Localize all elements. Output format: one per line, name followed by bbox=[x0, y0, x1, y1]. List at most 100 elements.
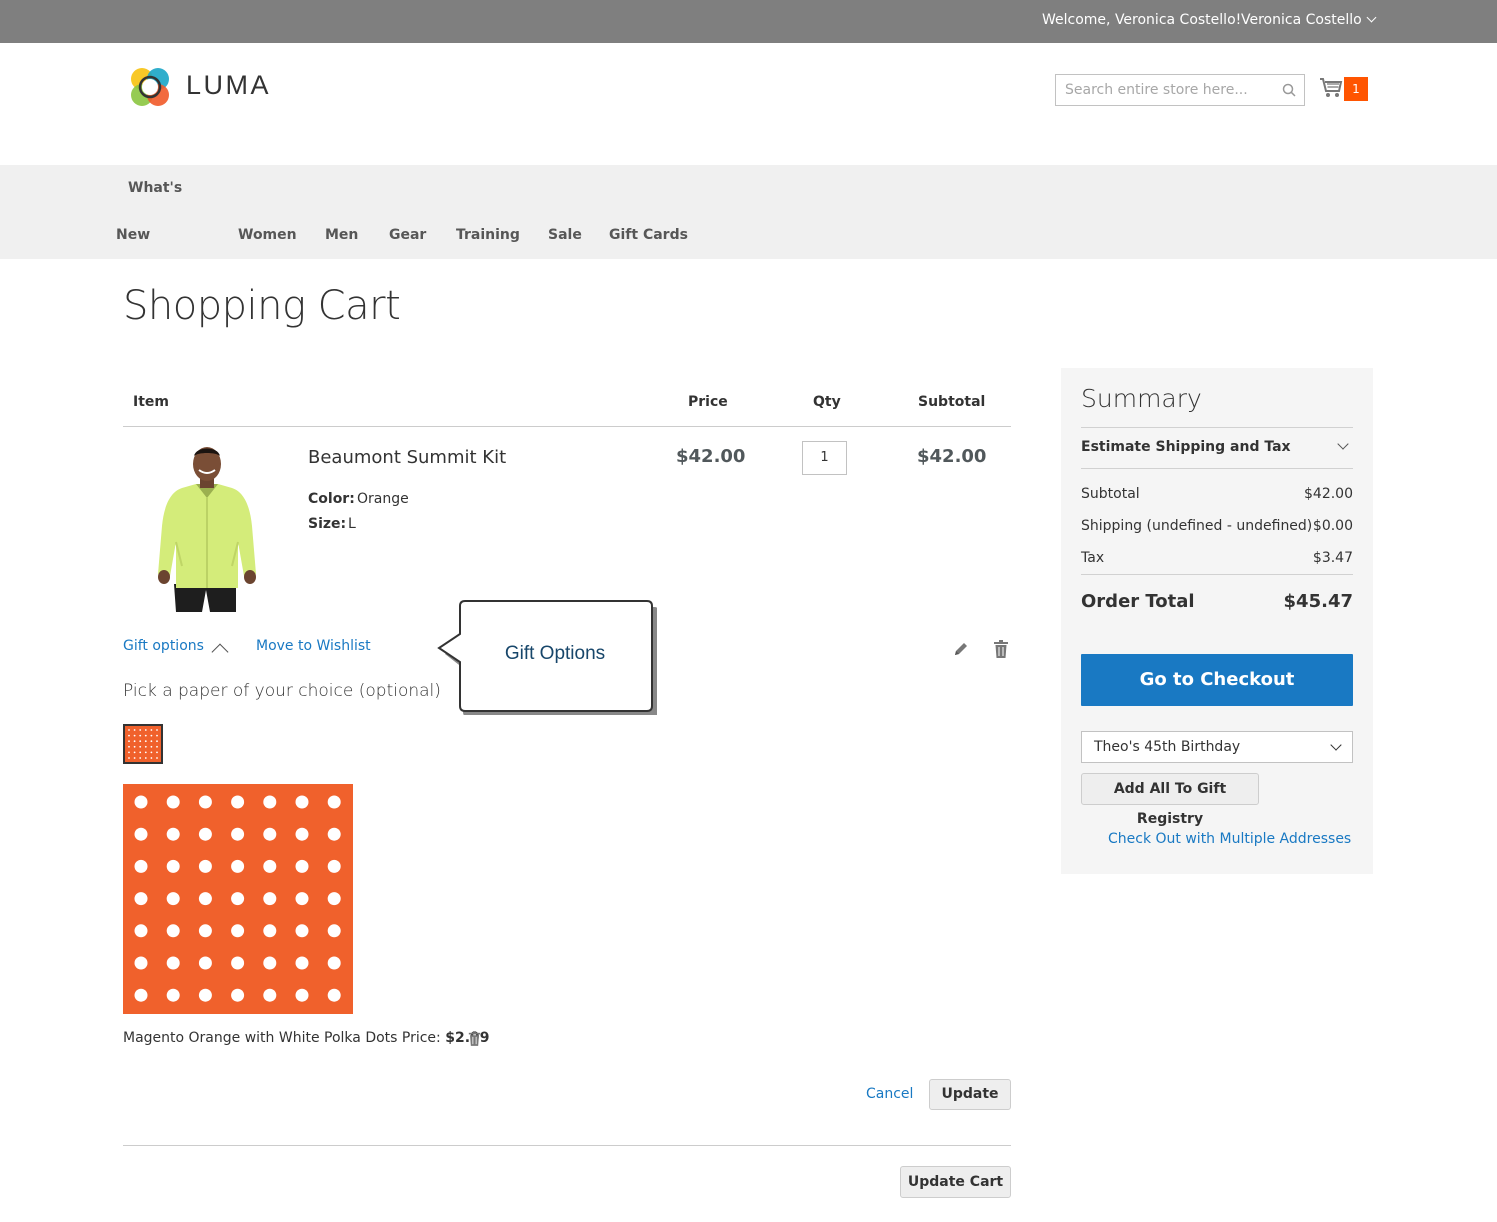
order-total-label: Order Total bbox=[1081, 591, 1195, 612]
cancel-link[interactable]: Cancel bbox=[866, 1086, 913, 1102]
polka-dot bbox=[156, 745, 158, 748]
search-icon[interactable] bbox=[1282, 83, 1296, 97]
trash-icon[interactable] bbox=[993, 640, 1009, 658]
column-header-subtotal: Subtotal bbox=[918, 394, 986, 410]
polka-dot bbox=[166, 892, 180, 906]
polka-dot bbox=[156, 729, 158, 731]
color-label: Color: bbox=[308, 491, 355, 507]
search-input[interactable] bbox=[1056, 75, 1276, 105]
move-to-wishlist-link[interactable]: Move to Wishlist bbox=[256, 638, 371, 654]
gift-registry-select[interactable]: Theo's 45th Birthday bbox=[1081, 731, 1353, 763]
cart-count-badge[interactable]: 1 bbox=[1344, 77, 1368, 101]
polka-dot bbox=[327, 795, 341, 809]
polka-dot bbox=[327, 956, 341, 970]
polka-dot bbox=[134, 892, 148, 906]
remove-paper-trash-icon[interactable] bbox=[468, 1030, 481, 1047]
polka-dot bbox=[166, 827, 180, 841]
product-image[interactable] bbox=[152, 446, 262, 612]
gift-registry-selected: Theo's 45th Birthday bbox=[1094, 739, 1241, 755]
nav-item-training[interactable]: Training bbox=[456, 227, 520, 243]
polka-dot bbox=[198, 892, 212, 906]
polka-dot bbox=[295, 892, 309, 906]
luma-logo-icon[interactable] bbox=[128, 65, 172, 109]
polka-dot bbox=[198, 956, 212, 970]
nav-item-new[interactable]: New bbox=[116, 227, 150, 243]
polka-dot bbox=[231, 795, 245, 809]
polka-dot bbox=[231, 827, 245, 841]
polka-dot bbox=[150, 740, 153, 743]
polka-dot bbox=[295, 956, 309, 970]
summary-shipping-value: $0.00 bbox=[1312, 518, 1353, 534]
polka-dot bbox=[231, 859, 245, 873]
edit-pencil-icon[interactable] bbox=[952, 640, 970, 658]
polka-dot bbox=[327, 924, 341, 938]
polka-dot bbox=[128, 729, 130, 731]
polka-dot bbox=[139, 729, 142, 731]
nav-item-whats[interactable]: What's bbox=[128, 180, 182, 196]
column-header-price: Price bbox=[688, 394, 728, 410]
polka-dot bbox=[198, 924, 212, 938]
polka-dot bbox=[156, 734, 158, 737]
qty-input[interactable]: 1 bbox=[802, 441, 847, 475]
polka-dot bbox=[144, 729, 147, 731]
color-value: Orange bbox=[357, 491, 409, 507]
page-title: Shopping Cart bbox=[123, 283, 401, 329]
nav-item-women[interactable]: Women bbox=[238, 227, 297, 243]
table-divider bbox=[123, 426, 1011, 427]
account-menu[interactable]: Veronica Costello bbox=[1241, 12, 1377, 28]
nav-item-men[interactable]: Men bbox=[325, 227, 358, 243]
go-to-checkout-button[interactable]: Go to Checkout bbox=[1081, 654, 1353, 706]
polka-dot bbox=[128, 745, 130, 748]
polka-dot bbox=[263, 924, 277, 938]
polka-dot bbox=[295, 988, 309, 1002]
nav-item-sale[interactable]: Sale bbox=[548, 227, 582, 243]
update-cart-button[interactable]: Update Cart bbox=[900, 1166, 1011, 1198]
polka-dot bbox=[166, 859, 180, 873]
summary-tax-value: $3.47 bbox=[1312, 550, 1353, 566]
multiple-addresses-link[interactable]: Check Out with Multiple Addresses bbox=[1108, 831, 1351, 847]
polka-dot bbox=[198, 795, 212, 809]
polka-dot bbox=[156, 751, 158, 754]
polka-dot bbox=[231, 892, 245, 906]
estimate-shipping-toggle[interactable]: Estimate Shipping and Tax bbox=[1081, 439, 1291, 455]
polka-dot bbox=[134, 859, 148, 873]
chevron-down-icon bbox=[1366, 12, 1377, 23]
polka-dot bbox=[263, 956, 277, 970]
item-price: $42.00 bbox=[676, 446, 746, 467]
chevron-up-icon[interactable] bbox=[211, 643, 229, 661]
main-nav: What's New Women Men Gear Training Sale … bbox=[0, 165, 1497, 259]
polka-dot bbox=[133, 757, 136, 759]
add-to-gift-registry-button[interactable]: Add All To Gift Registry bbox=[1081, 773, 1259, 827]
polka-dot bbox=[198, 988, 212, 1002]
polka-dot bbox=[134, 924, 148, 938]
size-value: L bbox=[348, 516, 356, 532]
polka-dot bbox=[144, 734, 147, 737]
gift-options-link[interactable]: Gift options bbox=[123, 638, 204, 654]
update-button[interactable]: Update bbox=[929, 1079, 1011, 1110]
search-box[interactable] bbox=[1055, 74, 1305, 106]
polka-dot bbox=[134, 827, 148, 841]
polka-dot bbox=[150, 751, 153, 754]
product-name-link[interactable]: Beaumont Summit Kit bbox=[308, 447, 506, 468]
polka-dot bbox=[166, 988, 180, 1002]
nav-item-gift-cards[interactable]: Gift Cards bbox=[609, 227, 688, 243]
column-header-qty: Qty bbox=[813, 394, 841, 410]
item-subtotal: $42.00 bbox=[917, 446, 987, 467]
polka-dot bbox=[327, 859, 341, 873]
summary-tax-label: Tax bbox=[1081, 550, 1105, 566]
cart-icon[interactable] bbox=[1319, 77, 1343, 99]
summary-divider bbox=[1081, 574, 1353, 575]
polka-dot bbox=[134, 956, 148, 970]
logo-text[interactable]: LUMA bbox=[186, 70, 271, 101]
polka-dot bbox=[295, 924, 309, 938]
gift-paper-swatch[interactable] bbox=[123, 724, 163, 764]
pick-paper-heading: Pick a paper of your choice (optional) bbox=[123, 681, 441, 701]
polka-dot bbox=[139, 757, 142, 759]
size-label: Size: bbox=[308, 516, 347, 532]
polka-dot bbox=[128, 740, 130, 743]
nav-item-gear[interactable]: Gear bbox=[389, 227, 426, 243]
order-total-value: $45.47 bbox=[1283, 591, 1353, 612]
polka-dot bbox=[166, 924, 180, 938]
polka-dot bbox=[133, 751, 136, 754]
callout-text: Gift Options bbox=[504, 643, 606, 664]
